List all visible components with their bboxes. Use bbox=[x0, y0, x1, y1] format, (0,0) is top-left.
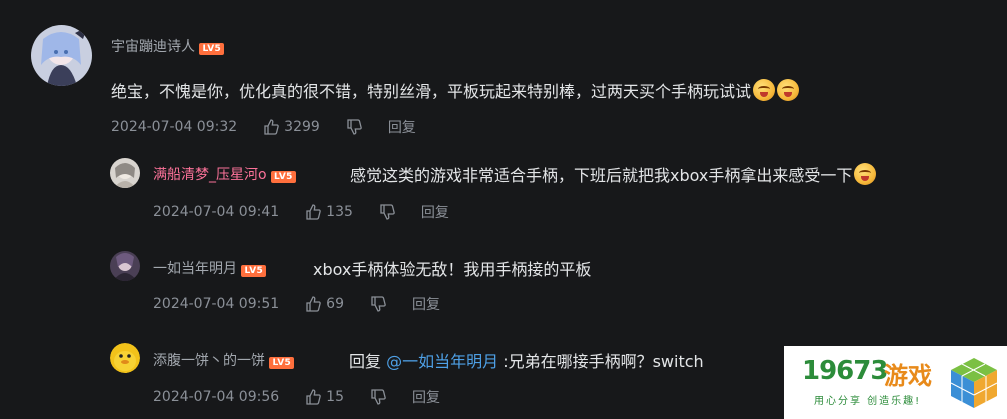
username[interactable]: 满船清梦_压星河o LV5 bbox=[153, 164, 296, 184]
timestamp: 2024-07-04 09:41 bbox=[153, 204, 280, 220]
reply-prefix: 回复 bbox=[349, 352, 387, 371]
comment-meta: 2024-07-04 09:32 3299 回复 bbox=[111, 117, 416, 137]
level-badge: LV5 bbox=[199, 43, 225, 55]
reply-meta: 2024-07-04 09:41 135 回复 bbox=[153, 202, 449, 222]
username-text[interactable]: 一如当年明月 bbox=[153, 261, 237, 277]
like-count: 3299 bbox=[284, 119, 320, 135]
username[interactable]: 宇宙蹦迪诗人 LV5 bbox=[111, 36, 225, 56]
site-watermark: 19673 游戏 用心分享 创造乐趣! bbox=[784, 346, 1007, 419]
avatar[interactable] bbox=[31, 25, 92, 86]
reply-text: 感觉这类的游戏非常适合手柄，下班后就把我xbox手柄拿出来感受一下 bbox=[350, 166, 853, 185]
reply-button[interactable]: 回复 bbox=[421, 202, 449, 222]
username[interactable]: 添腹一饼丶的一饼 LV5 bbox=[153, 350, 295, 370]
like-count: 69 bbox=[326, 296, 344, 312]
timestamp: 2024-07-04 09:51 bbox=[153, 296, 280, 312]
avatar[interactable] bbox=[110, 158, 140, 188]
watermark-slogan: 用心分享 创造乐趣! bbox=[814, 396, 922, 407]
level-badge: LV5 bbox=[271, 171, 296, 183]
like-count: 135 bbox=[326, 204, 353, 220]
reply-content: 回复 @一如当年明月 :兄弟在哪接手柄啊？switch bbox=[349, 348, 704, 372]
level-badge: LV5 bbox=[241, 265, 267, 277]
thumbs-up-icon[interactable] bbox=[305, 389, 321, 405]
timestamp: 2024-07-04 09:56 bbox=[153, 389, 280, 405]
username-text[interactable]: 满船清梦_压星河o bbox=[153, 167, 267, 183]
reply-button[interactable]: 回复 bbox=[388, 117, 416, 137]
thumbs-down-icon[interactable] bbox=[370, 389, 386, 405]
comment-text: 绝宝，不愧是你，优化真的很不错，特别丝滑，平板玩起来特别棒，过两天买个手柄玩试试 bbox=[111, 82, 752, 101]
thumbs-up-icon[interactable] bbox=[263, 119, 279, 135]
tongue-emoji-icon bbox=[854, 163, 877, 185]
thumbs-down-icon[interactable] bbox=[379, 204, 395, 220]
watermark-name: 游戏 bbox=[884, 362, 932, 390]
thumbs-down-icon[interactable] bbox=[346, 119, 362, 135]
thumbs-up-icon[interactable] bbox=[305, 204, 321, 220]
reply-text: :兄弟在哪接手柄啊？switch bbox=[498, 352, 704, 371]
shocked-emoji-icon bbox=[777, 79, 800, 101]
timestamp: 2024-07-04 09:32 bbox=[111, 119, 238, 135]
cube-logo-icon bbox=[950, 358, 998, 408]
reply-button[interactable]: 回复 bbox=[412, 294, 440, 314]
reply-content: xbox手柄体验无敌！我用手柄接的平板 bbox=[313, 256, 591, 280]
avatar[interactable] bbox=[110, 251, 140, 281]
username-text[interactable]: 添腹一饼丶的一饼 bbox=[153, 353, 265, 369]
shocked-emoji-icon bbox=[753, 79, 776, 101]
reply-meta: 2024-07-04 09:51 69 回复 bbox=[153, 294, 440, 314]
level-badge: LV5 bbox=[269, 357, 295, 369]
reply-button[interactable]: 回复 bbox=[412, 387, 440, 407]
thumbs-down-icon[interactable] bbox=[370, 296, 386, 312]
reply-content: 感觉这类的游戏非常适合手柄，下班后就把我xbox手柄拿出来感受一下 bbox=[350, 162, 877, 186]
reply-text: xbox手柄体验无敌！我用手柄接的平板 bbox=[313, 260, 592, 279]
watermark-number: 19673 bbox=[802, 356, 888, 386]
like-count: 15 bbox=[326, 389, 344, 405]
username[interactable]: 一如当年明月 LV5 bbox=[153, 258, 267, 278]
comment-content: 绝宝，不愧是你，优化真的很不错，特别丝滑，平板玩起来特别棒，过两天买个手柄玩试试 bbox=[111, 78, 800, 102]
mention-link[interactable]: @一如当年明月 bbox=[386, 352, 498, 371]
avatar[interactable] bbox=[110, 343, 140, 373]
reply-meta: 2024-07-04 09:56 15 回复 bbox=[153, 387, 440, 407]
username-text[interactable]: 宇宙蹦迪诗人 bbox=[111, 39, 195, 55]
thumbs-up-icon[interactable] bbox=[305, 296, 321, 312]
